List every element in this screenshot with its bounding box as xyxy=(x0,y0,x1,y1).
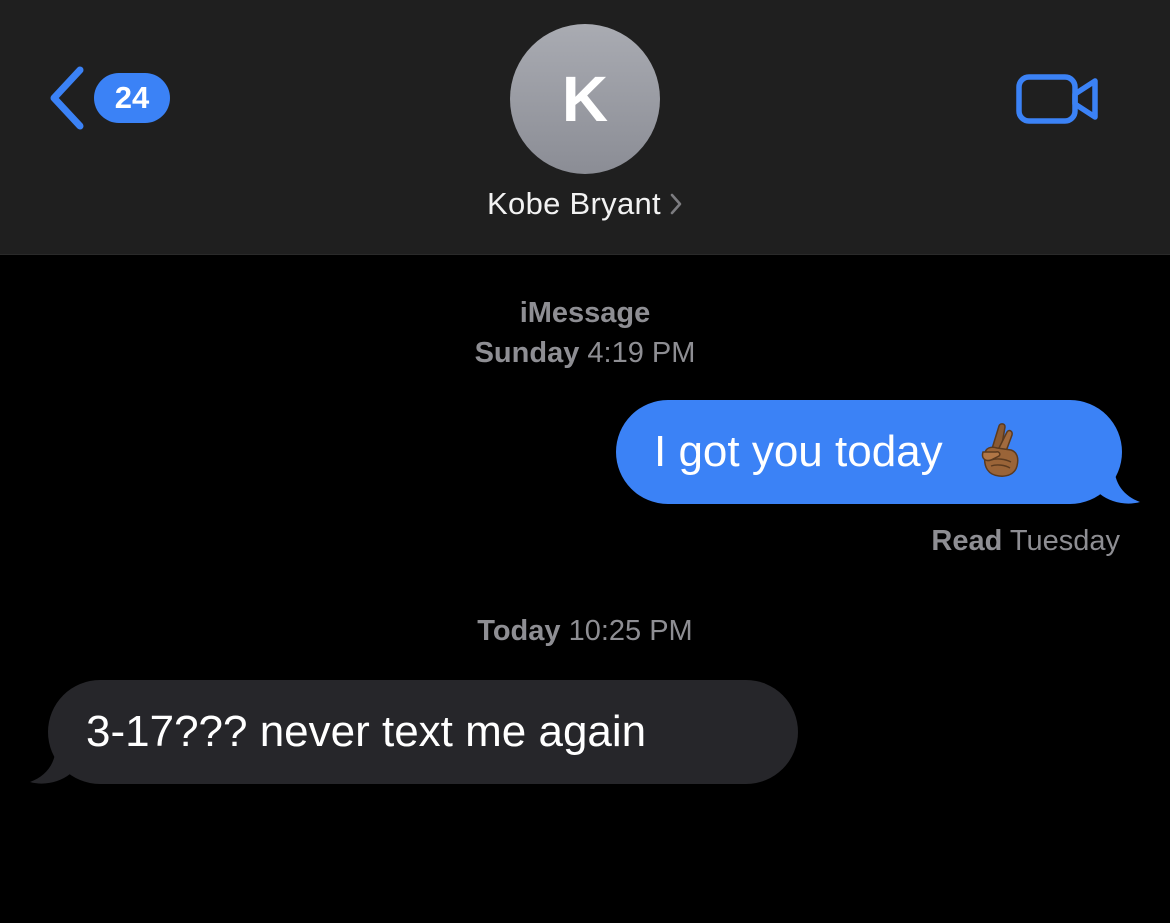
service-label: iMessage xyxy=(519,297,651,329)
timestamp-time: 10:25 PM xyxy=(568,615,693,647)
chevron-left-icon xyxy=(50,66,84,130)
crossed-fingers-emoji xyxy=(981,423,1019,478)
read-label: Read xyxy=(931,525,1003,557)
chevron-right-icon xyxy=(670,193,682,215)
message-timestamp: Today 10:25 PM xyxy=(0,612,1170,650)
read-when: Tuesday xyxy=(1009,525,1120,557)
message-timestamp: Sunday 4:19 PM xyxy=(0,334,1170,372)
bubble-tail xyxy=(30,744,70,784)
conversation-header: 24 K Kobe Bryant xyxy=(0,0,1170,255)
messages-screen: 24 K Kobe Bryant iMessage Sunday 4:19 PM… xyxy=(0,0,1170,923)
contact-name-button[interactable]: Kobe Bryant xyxy=(0,186,1170,222)
received-message-text: 3-17??? never text me again xyxy=(86,707,647,756)
video-call-button[interactable] xyxy=(1016,72,1100,126)
read-receipt: Read Tuesday xyxy=(931,522,1120,560)
sent-message-bubble[interactable]: I got you today xyxy=(616,400,1140,504)
timestamp-day: Sunday xyxy=(474,337,580,369)
video-camera-icon xyxy=(1016,74,1098,124)
timestamp-time: 4:19 PM xyxy=(587,337,696,369)
bubble-tail xyxy=(1100,464,1140,504)
sent-message-text: I got you today xyxy=(654,427,943,476)
received-message-bubble[interactable]: 3-17??? never text me again xyxy=(30,680,798,784)
timestamp-day: Today xyxy=(477,615,561,647)
contact-name: Kobe Bryant xyxy=(487,186,661,221)
back-button[interactable]: 24 xyxy=(44,62,170,134)
unread-count-badge: 24 xyxy=(94,73,170,123)
avatar[interactable]: K xyxy=(510,24,660,174)
